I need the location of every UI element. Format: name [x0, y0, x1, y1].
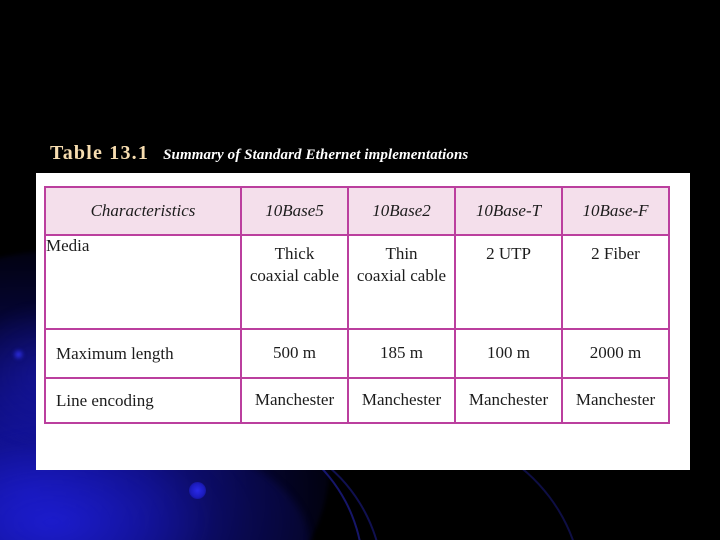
table-title-label: Table 13.1	[50, 142, 150, 164]
table-row: Maximum length 500 m 185 m 100 m 2000 m	[44, 328, 670, 379]
cell-encoding-10base5: Manchester	[240, 377, 349, 424]
cell-encoding-10base2: Manchester	[347, 377, 456, 424]
background-dot-bright	[189, 482, 206, 499]
row-label-line-encoding: Line encoding	[44, 377, 242, 424]
cell-media-10base5: Thick coaxial cable	[240, 234, 349, 330]
header-cell-10basef: 10Base-F	[561, 186, 670, 236]
table-row: Media Thick coaxial cable Thin coaxial cab…	[44, 234, 670, 330]
cell-media-10baset: 2 UTP	[454, 234, 563, 330]
cell-length-10baset: 100 m	[454, 328, 563, 379]
cell-media-10base2: Thin coaxial cable	[347, 234, 456, 330]
cell-encoding-10basef: Manchester	[561, 377, 670, 424]
cell-length-10base2: 185 m	[347, 328, 456, 379]
cell-encoding-10baset: Manchester	[454, 377, 563, 424]
cell-media-10basef: 2 Fiber	[561, 234, 670, 330]
table-title: Table 13.1 Summary of Standard Ethernet …	[50, 142, 468, 165]
table-header-row: Characteristics 10Base5 10Base2 10Base-T…	[44, 186, 670, 236]
row-label-media: Media	[44, 234, 242, 330]
header-cell-characteristics: Characteristics	[44, 186, 242, 236]
row-label-maximum-length: Maximum length	[44, 328, 242, 379]
table-title-caption: Summary of Standard Ethernet implementat…	[163, 147, 469, 163]
slide-canvas: Table 13.1 Summary of Standard Ethernet …	[0, 0, 720, 540]
background-dot-small	[12, 348, 25, 361]
header-cell-10baset: 10Base-T	[454, 186, 563, 236]
ethernet-summary-table: Characteristics 10Base5 10Base2 10Base-T…	[44, 186, 670, 424]
header-cell-10base5: 10Base5	[240, 186, 349, 236]
cell-length-10base5: 500 m	[240, 328, 349, 379]
cell-length-10basef: 2000 m	[561, 328, 670, 379]
header-cell-10base2: 10Base2	[347, 186, 456, 236]
table-row: Line encoding Manchester Manchester Manc…	[44, 377, 670, 424]
table-panel: Characteristics 10Base5 10Base2 10Base-T…	[36, 173, 690, 470]
